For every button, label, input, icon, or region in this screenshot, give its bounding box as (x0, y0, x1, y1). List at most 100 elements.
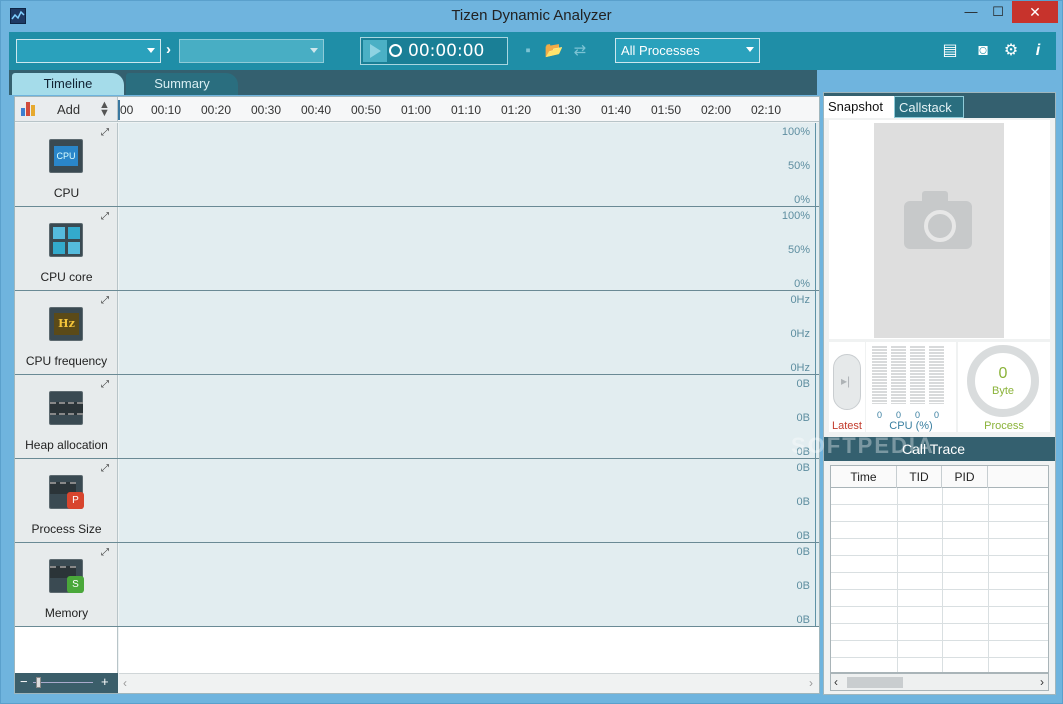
cpu-label: CPU (%) (889, 420, 933, 432)
tab-timeline[interactable]: Timeline (12, 73, 124, 95)
column-time[interactable]: Time (831, 466, 897, 488)
expand-icon[interactable]: ⤢ (101, 128, 112, 139)
zoom-slider-thumb[interactable] (36, 677, 41, 688)
column-pid[interactable]: PID (942, 466, 988, 488)
scroll-right-icon[interactable]: › (1040, 675, 1044, 689)
y-axis-top-label: 0B (796, 546, 810, 558)
y-axis-top-label: 100% (781, 126, 810, 138)
zoom-in-icon[interactable]: + (101, 674, 109, 689)
chart-bars-icon (21, 102, 36, 116)
heap-allocation-icon (49, 391, 83, 425)
y-axis-bottom-label: 0Hz (790, 362, 810, 374)
chevron-down-icon (746, 47, 754, 52)
time-ruler[interactable]: 00 00:10 00:20 00:30 00:40 00:50 01:00 01:10 01:… (118, 97, 819, 122)
process-select[interactable]: All Processes (615, 38, 760, 63)
close-button[interactable]: ✕ (1012, 1, 1058, 23)
chevron-down-icon (147, 48, 155, 53)
tab-callstack[interactable]: Callstack (894, 96, 964, 118)
timeline-view: Add ▲ ▼ 00 00:10 00:20 00:30 00:40 00:50 01:00 0… (14, 96, 820, 694)
time-tick-label: 02:00 (701, 103, 732, 117)
chart-row-header[interactable]: ⤢ CPU core (15, 207, 118, 290)
cpu-icon: CPU (49, 139, 83, 173)
save-icon[interactable]: ▪ (518, 41, 538, 61)
zoom-out-icon[interactable]: − (20, 674, 28, 689)
chart-row-name: CPU frequency (25, 354, 108, 368)
maximize-button[interactable]: ☐ (984, 1, 1012, 23)
application-select[interactable] (179, 39, 324, 63)
cpu-core-value: 0 (914, 410, 920, 420)
cpu-core-value: 0 (876, 410, 882, 420)
chart-row-header[interactable]: Hz ⤢ CPU frequency (15, 291, 118, 374)
time-tick-label: 01:20 (501, 103, 532, 117)
chart-plot-area[interactable]: 0B 0B 0B (119, 375, 819, 458)
tab-summary[interactable]: Summary (126, 73, 238, 95)
clock-icon (389, 44, 402, 57)
y-axis-mid-label: 0Hz (790, 328, 810, 340)
chart-row-name: Heap allocation (25, 438, 108, 452)
chart-row-header[interactable]: CPU ⤢ CPU (15, 123, 118, 206)
chart-plot-area[interactable]: 0B 0B 0B (119, 543, 819, 626)
watermark: SOFTPEDIA (791, 433, 935, 458)
chart-row-header[interactable]: S ⤢ Memory (15, 543, 118, 626)
chart-row-name: CPU (53, 186, 80, 200)
latest-label: Latest (832, 420, 862, 432)
chart-row-header[interactable]: ⤢ Heap allocation (15, 375, 118, 458)
call-trace-header: Time TID PID (831, 466, 1048, 488)
scroll-right-icon[interactable]: › (809, 676, 813, 690)
trace-timer: 00:00:00 (389, 38, 484, 64)
chart-row-name: Process Size (31, 522, 102, 536)
camera-icon (904, 191, 972, 249)
cpu-core-value: 0 (933, 410, 939, 420)
process-label: Process (984, 420, 1024, 432)
info-icon[interactable]: i (1027, 40, 1049, 62)
call-trace-scrollbar[interactable]: ‹ › (830, 673, 1049, 691)
cpu-core-bar (891, 346, 906, 404)
play-icon (370, 44, 381, 58)
process-select-value: All Processes (621, 43, 700, 58)
snapshot-view (829, 120, 1050, 339)
chart-row: S ⤢ Memory 0B 0B 0B (15, 543, 819, 627)
expand-icon[interactable]: ⤢ (101, 380, 112, 391)
screenshot-placeholder (874, 123, 1004, 338)
chart-plot-area[interactable]: 100% 50% 0% (119, 123, 819, 206)
memory-icon: S (49, 559, 84, 593)
y-axis-top-label: 0Hz (790, 294, 810, 306)
chart-plot-area[interactable]: 0B 0B 0B (119, 459, 819, 542)
y-axis-bottom-label: 0% (794, 194, 810, 206)
y-axis-bottom-label: 0% (794, 278, 810, 290)
report-icon[interactable]: ▤ (939, 40, 961, 62)
tab-snapshot[interactable]: Snapshot (824, 96, 894, 118)
device-select[interactable] (16, 39, 161, 63)
add-chart-button[interactable]: Add ▲ ▼ (15, 97, 118, 122)
y-axis-top-label: 0B (796, 462, 810, 474)
chart-row-header[interactable]: P ⤢ Process Size (15, 459, 118, 542)
expand-icon[interactable]: ⤢ (101, 296, 112, 307)
time-tick-label: 00:20 (201, 103, 232, 117)
screenshot-camera-icon[interactable]: ◙ (972, 40, 994, 62)
go-latest-button[interactable] (833, 354, 861, 410)
open-folder-icon[interactable]: 📂 (544, 41, 564, 61)
expand-icon[interactable]: ⤢ (101, 464, 112, 475)
cpu-mini-chart: 0 0 0 0 CPU (%) (866, 342, 956, 432)
timeline-horizontal-scrollbar[interactable]: ‹ › (119, 673, 819, 693)
chart-plot-area[interactable]: 100% 50% 0% (119, 207, 819, 290)
y-axis-bottom-label: 0B (796, 614, 810, 626)
column-tid[interactable]: TID (897, 466, 942, 488)
settings-gear-icon[interactable]: ⚙ (1000, 40, 1022, 62)
expand-icon[interactable]: ⤢ (101, 212, 112, 223)
scroll-left-icon[interactable]: ‹ (834, 675, 838, 689)
call-trace-rows (831, 488, 1048, 672)
process-gauge: 0 Byte (967, 345, 1039, 417)
sort-arrows-icon[interactable]: ▲ ▼ (99, 100, 110, 119)
timer-value: 00:00:00 (408, 41, 485, 61)
expand-icon[interactable]: ⤢ (101, 548, 112, 559)
replay-icon[interactable]: ⇄ (570, 41, 590, 61)
chart-plot-area[interactable]: 0Hz 0Hz 0Hz (119, 291, 819, 374)
minimize-button[interactable]: — (957, 1, 985, 23)
start-trace-button[interactable] (363, 40, 387, 62)
detail-panel: Snapshot Callstack Latest 0 0 0 0 CPU (%) 0… (823, 92, 1056, 695)
time-tick-label: 01:10 (451, 103, 482, 117)
chart-row: P ⤢ Process Size 0B 0B 0B (15, 459, 819, 543)
scroll-left-icon[interactable]: ‹ (123, 676, 127, 690)
scroll-thumb[interactable] (847, 677, 903, 688)
